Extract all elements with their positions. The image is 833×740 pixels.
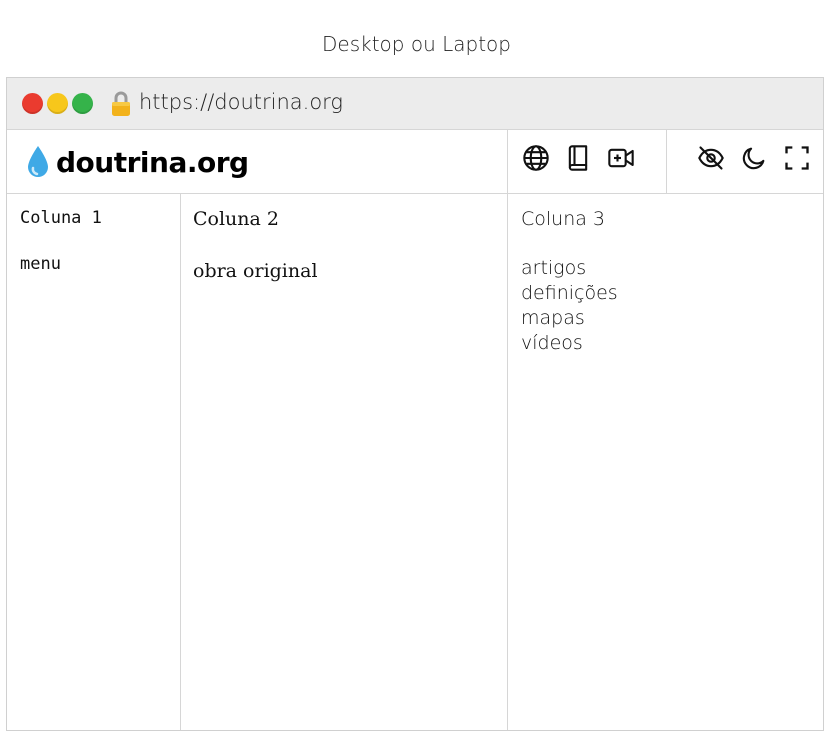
site-header: doutrina.org [7, 130, 823, 194]
column-3-title: Coluna 3 [521, 208, 606, 230]
site-logo[interactable]: doutrina.org [24, 142, 249, 182]
eye-off-icon[interactable] [697, 144, 725, 172]
list-item[interactable]: vídeos [521, 331, 823, 356]
column-2-title: Coluna 2 [193, 208, 279, 230]
column-3: Coluna 3 artigos definições mapas vídeos [508, 194, 823, 730]
book-icon[interactable] [564, 144, 592, 172]
moon-icon[interactable] [740, 144, 768, 172]
fullscreen-icon[interactable] [783, 144, 811, 172]
list-item[interactable]: mapas [521, 306, 823, 331]
url-text[interactable]: https://doutrina.org [139, 90, 343, 114]
video-plus-icon[interactable] [607, 144, 635, 172]
column-1-title: Coluna 1 [20, 208, 102, 228]
menu-link[interactable]: menu [20, 254, 180, 274]
minimize-window-button[interactable] [47, 93, 68, 114]
header-divider [666, 130, 667, 193]
maximize-window-button[interactable] [72, 93, 93, 114]
address-bar: https://doutrina.org [7, 78, 823, 130]
droplet-icon [28, 146, 48, 177]
obra-original-link[interactable]: obra original [193, 260, 507, 282]
close-window-button[interactable] [22, 93, 43, 114]
brand-name: doutrina.org [56, 145, 249, 179]
page-caption: Desktop ou Laptop [322, 32, 511, 56]
list-item[interactable]: artigos [521, 256, 823, 281]
list-item[interactable]: definições [521, 281, 823, 306]
column-2: Coluna 2 obra original [181, 194, 508, 730]
header-divider [507, 130, 508, 193]
globe-icon[interactable] [522, 144, 550, 172]
column-3-list: artigos definições mapas vídeos [521, 256, 823, 356]
column-1: Coluna 1 menu [7, 194, 181, 730]
browser-window: https://doutrina.org doutrina.org Coluna… [6, 77, 824, 731]
lock-icon [110, 91, 132, 117]
